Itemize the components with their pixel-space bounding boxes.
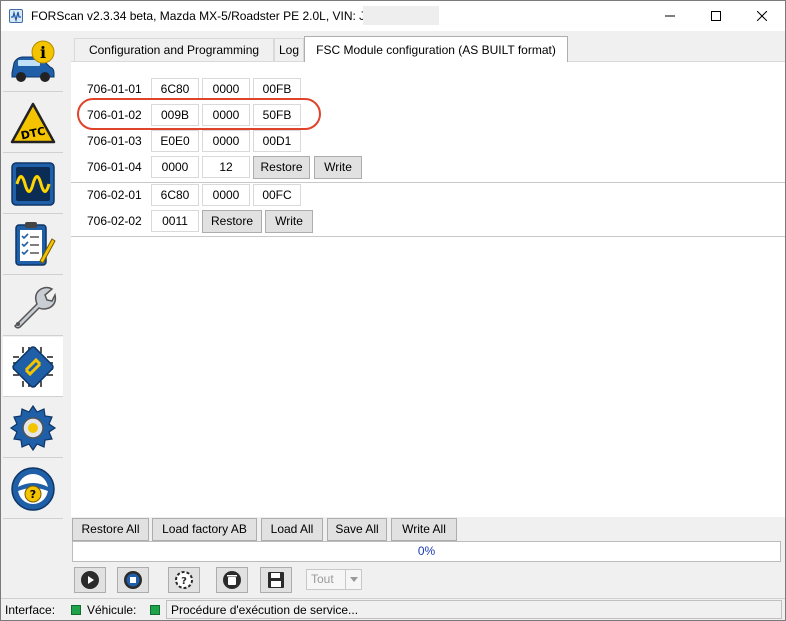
as-built-field[interactable]: 0000 (202, 184, 250, 206)
module-separator (71, 236, 785, 237)
vehicle-label: Véhicule: (87, 603, 137, 617)
stop-button[interactable] (117, 567, 149, 593)
main-area: Configuration and Programming Log FSC Mo… (64, 32, 785, 596)
help-steering-icon: ? (11, 466, 55, 511)
module-chip-icon (12, 345, 54, 388)
restore-button[interactable]: Restore (202, 210, 262, 233)
svg-text:?: ? (181, 576, 187, 587)
as-built-field[interactable]: 6C80 (151, 78, 199, 100)
row-label: 706-01-01 (87, 82, 142, 96)
row-label: 706-01-03 (87, 134, 142, 148)
sidebar-item-dtc[interactable]: DTC (3, 93, 63, 153)
sidebar-item-configuration[interactable] (3, 337, 63, 397)
write-all-button[interactable]: Write All (391, 518, 457, 541)
filter-select-value: Tout (311, 572, 334, 586)
status-message-box: Procédure d'exécution de service... (166, 600, 782, 619)
save-button[interactable] (260, 567, 292, 593)
help-circle-icon: ? (175, 571, 193, 589)
sidebar-item-help[interactable]: ? (3, 459, 63, 519)
as-built-field[interactable]: 12 (202, 156, 250, 178)
as-built-field[interactable]: 6C80 (151, 184, 199, 206)
load-factory-ab-button[interactable]: Load factory AB (152, 518, 257, 541)
highlight-annotation (77, 98, 321, 130)
sidebar-item-settings[interactable] (3, 398, 63, 458)
checklist-icon (15, 221, 56, 266)
svg-text:i: i (40, 43, 46, 62)
progress-bar: 0% (72, 541, 781, 562)
close-icon (757, 11, 767, 21)
as-built-panel: 706-01-01 6C80 0000 00FB 706-01-02 009B … (71, 61, 785, 517)
close-button[interactable] (739, 1, 785, 31)
clear-button[interactable] (216, 567, 248, 593)
save-disk-icon (268, 572, 284, 588)
filter-select[interactable]: Tout (306, 569, 362, 590)
svg-text:?: ? (30, 488, 36, 501)
title-bar: FORScan v2.3.34 beta, Mazda MX-5/Roadste… (1, 1, 785, 31)
as-built-field[interactable]: 0000 (202, 130, 250, 152)
play-icon (81, 571, 99, 589)
row-label: 706-02-01 (87, 188, 142, 202)
forscan-app-icon (9, 9, 23, 23)
oscilloscope-icon (11, 161, 55, 206)
module-separator (71, 182, 785, 183)
as-built-field[interactable]: 00D1 (253, 130, 301, 152)
app-window: FORScan v2.3.34 beta, Mazda MX-5/Roadste… (0, 0, 786, 621)
save-all-button[interactable]: Save All (327, 518, 387, 541)
interface-label: Interface: (5, 603, 56, 617)
write-button[interactable]: Write (265, 210, 313, 233)
chevron-down-icon (345, 570, 361, 589)
sidebar-item-tests[interactable] (3, 215, 63, 275)
stop-icon (124, 571, 142, 589)
as-built-field[interactable]: 00FC (253, 184, 301, 206)
tab-log[interactable]: Log (274, 38, 304, 62)
interface-status-led (71, 605, 81, 615)
maximize-button[interactable] (693, 1, 739, 31)
help-button[interactable]: ? (168, 567, 200, 593)
sidebar-item-oscilloscope[interactable] (3, 154, 63, 214)
car-info-icon: i (11, 40, 55, 82)
as-built-field[interactable]: 00FB (253, 78, 301, 100)
as-built-field[interactable]: 0000 (202, 78, 250, 100)
run-button[interactable] (74, 567, 106, 593)
gear-icon (9, 404, 57, 451)
write-button[interactable]: Write (314, 156, 362, 179)
as-built-field[interactable]: 0011 (151, 210, 199, 232)
window-title: FORScan v2.3.34 beta, Mazda MX-5/Roadste… (31, 9, 383, 23)
load-all-button[interactable]: Load All (261, 518, 323, 541)
minimize-button[interactable] (647, 1, 693, 31)
dtc-warning-icon: DTC (10, 102, 56, 143)
vehicle-status-led (150, 605, 160, 615)
sidebar-item-vehicle-info[interactable]: i (3, 32, 63, 92)
sidebar: i DTC ? (3, 32, 63, 596)
delete-icon (223, 571, 241, 589)
restore-all-button[interactable]: Restore All (72, 518, 149, 541)
wrench-icon (14, 286, 57, 329)
tab-configuration-and-programming[interactable]: Configuration and Programming (74, 38, 274, 62)
status-message: Procédure d'exécution de service... (171, 603, 359, 617)
row-label: 706-01-04 (87, 160, 142, 174)
row-label: 706-02-02 (87, 214, 142, 228)
tab-fsc-module-configuration[interactable]: FSC Module configuration (AS BUILT forma… (304, 36, 568, 62)
minimize-icon (665, 15, 675, 17)
maximize-icon (711, 11, 721, 21)
vin-redaction (363, 6, 439, 25)
as-built-field[interactable]: 0000 (151, 156, 199, 178)
as-built-field[interactable]: E0E0 (151, 130, 199, 152)
status-bar: Interface: Véhicule: Procédure d'exécuti… (1, 598, 785, 620)
restore-button[interactable]: Restore (253, 156, 310, 179)
sidebar-item-service[interactable] (3, 276, 63, 336)
